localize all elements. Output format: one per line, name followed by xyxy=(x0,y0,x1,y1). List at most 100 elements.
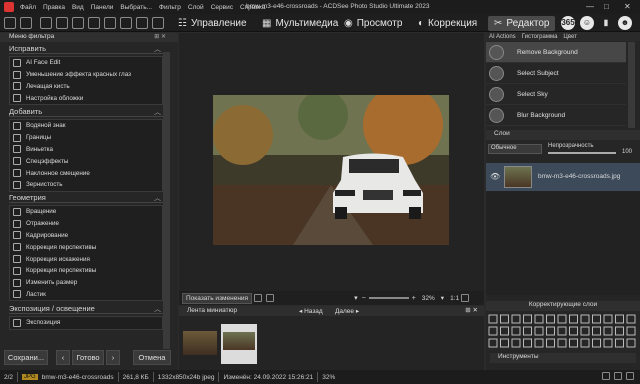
filter-perspective[interactable]: Коррекция перспективы xyxy=(10,241,162,253)
actions-scrollbar[interactable] xyxy=(628,42,635,128)
fullscreen-icon[interactable] xyxy=(266,294,275,302)
back-button[interactable]: ◂ Назад xyxy=(299,307,323,315)
adjust-tool-icon[interactable] xyxy=(511,326,521,336)
adjust-tool-icon[interactable] xyxy=(546,326,555,336)
tab-ai-actions[interactable]: AI Actions xyxy=(486,33,519,41)
filter-exposure[interactable]: Экспозиция xyxy=(10,317,162,329)
filter-grain[interactable]: Зернистость xyxy=(10,179,162,191)
people-icon[interactable]: ☺ xyxy=(580,16,594,30)
save-button[interactable]: Сохрани... xyxy=(4,350,48,365)
adjust-tool-icon[interactable] xyxy=(569,314,578,324)
adjust-tool-icon[interactable] xyxy=(626,314,636,324)
adjust-tool-icon[interactable] xyxy=(592,314,601,324)
tab-histogram[interactable]: Гистограмма xyxy=(519,33,561,41)
adjust-tool-icon[interactable] xyxy=(500,314,509,324)
group-add-header[interactable]: Добавить ︿ xyxy=(9,107,163,117)
list-view-icon[interactable] xyxy=(614,372,622,380)
filter-vignette[interactable]: Виньетка xyxy=(10,144,162,156)
fit-icon[interactable] xyxy=(254,294,263,302)
blend-mode-select[interactable]: Обычное xyxy=(488,144,542,154)
adjust-tool-icon[interactable] xyxy=(523,326,532,336)
adjust-tool-icon[interactable] xyxy=(500,338,509,348)
filter-watermark[interactable]: Водяной знак xyxy=(10,120,162,132)
zoom-out-icon[interactable]: − xyxy=(362,295,366,302)
left-scrollbar[interactable] xyxy=(163,52,170,349)
adjust-tool-icon[interactable] xyxy=(580,326,590,336)
zoom-tool-icon[interactable] xyxy=(152,17,164,29)
filter-borders[interactable]: Границы xyxy=(10,132,162,144)
undo-icon[interactable] xyxy=(4,17,16,29)
adjust-tool-icon[interactable] xyxy=(546,314,555,324)
menu-edit[interactable]: Правка xyxy=(43,4,65,11)
minimize-icon[interactable]: — xyxy=(586,2,594,11)
thumbnail-1[interactable] xyxy=(183,331,217,355)
thumbnail-2-selected[interactable] xyxy=(221,324,257,364)
filter-perspective-2[interactable]: Коррекция перспективы xyxy=(10,265,162,277)
next-button[interactable]: › xyxy=(106,350,120,365)
adjust-tool-icon[interactable] xyxy=(592,338,601,348)
adjust-tool-icon[interactable] xyxy=(603,326,613,336)
filter-crop[interactable]: Кадрирование xyxy=(10,230,162,242)
fit-window-icon[interactable] xyxy=(461,294,470,302)
adjust-tool-icon[interactable] xyxy=(523,338,532,348)
zoom-slider[interactable] xyxy=(368,297,409,299)
adjust-tool-icon[interactable] xyxy=(603,314,613,324)
crop-icon[interactable] xyxy=(136,17,148,29)
adjust-tool-icon[interactable] xyxy=(580,338,590,348)
status-icons[interactable] xyxy=(600,372,636,382)
mode-develop[interactable]: ◐ Коррекция xyxy=(418,16,477,31)
mode-edit[interactable]: ✂ Редактор xyxy=(488,16,556,31)
group-exposure-header[interactable]: Экспозиция / освещение ︿ xyxy=(9,304,163,314)
filter-healing-brush[interactable]: Лечащая кисть xyxy=(10,81,162,93)
lasso-icon[interactable] xyxy=(72,17,84,29)
forward-button[interactable]: Далее ▸ xyxy=(335,307,359,315)
adjust-tool-icon[interactable] xyxy=(603,338,613,348)
adjust-tool-icon[interactable] xyxy=(523,314,532,324)
adjust-tool-icon[interactable] xyxy=(580,314,590,324)
adjust-tool-icon[interactable] xyxy=(557,338,567,348)
eye-icon[interactable]: 👁︎ xyxy=(490,172,500,181)
adjust-tool-icon[interactable] xyxy=(569,326,578,336)
filter-ai-face-edit[interactable]: AI Face Edit xyxy=(10,57,162,69)
adjust-tool-icon[interactable] xyxy=(546,338,555,348)
menu-panels[interactable]: Панели xyxy=(91,4,114,11)
prev-button[interactable]: ‹ xyxy=(56,350,70,365)
photo-preview[interactable] xyxy=(213,95,449,245)
action-blur-background[interactable]: Blur Background xyxy=(486,105,626,126)
text-icon[interactable] xyxy=(120,17,132,29)
adjust-tool-icon[interactable] xyxy=(626,326,636,336)
move-icon[interactable] xyxy=(40,17,52,29)
adjust-tool-icon[interactable] xyxy=(500,326,509,336)
smile-icon[interactable]: ☻ xyxy=(618,16,632,30)
filter-eraser[interactable]: Ластик xyxy=(10,289,162,301)
dashboard-icon[interactable]: ▮ xyxy=(599,16,613,30)
mode-manage[interactable]: ☷ Управление xyxy=(178,16,247,31)
menu-file[interactable]: Файл xyxy=(20,4,36,11)
action-select-sky[interactable]: Select Sky xyxy=(486,84,626,105)
redo-icon[interactable] xyxy=(20,17,32,29)
settings-icon[interactable] xyxy=(626,372,634,380)
mode-media[interactable]: ▦ Мультимедиа xyxy=(262,16,338,31)
ratio-button[interactable]: 1:1 xyxy=(450,295,459,302)
filter-rotate[interactable]: Вращение xyxy=(10,206,162,218)
filter-tilt-shift[interactable]: Наклонное смещение xyxy=(10,167,162,179)
brush-icon[interactable] xyxy=(104,17,116,29)
filter-red-eye[interactable]: Уменьшение эффекта красных глаз xyxy=(10,69,162,81)
layer-row[interactable]: 👁︎ bmw-m3-e46-crossroads.jpg xyxy=(486,163,640,191)
zoom-in-icon[interactable]: + xyxy=(412,295,416,302)
adjust-tool-icon[interactable] xyxy=(534,326,544,336)
adjust-tool-icon[interactable] xyxy=(615,326,624,336)
adjust-tool-icon[interactable] xyxy=(557,314,567,324)
adjust-tool-icon[interactable] xyxy=(592,326,601,336)
pin-icon[interactable]: ⊞ ✕ xyxy=(465,306,478,314)
adjust-tool-icon[interactable] xyxy=(534,338,544,348)
menu-view[interactable]: Вид xyxy=(72,4,84,11)
adjust-tool-icon[interactable] xyxy=(534,314,544,324)
zoom-dropdown-icon[interactable]: ▾ xyxy=(354,294,358,302)
marquee-icon[interactable] xyxy=(56,17,68,29)
show-changes-button[interactable]: Показать изменения xyxy=(182,292,253,304)
adjust-tool-icon[interactable] xyxy=(615,314,624,324)
pin-icon[interactable]: ⊞ ✕ xyxy=(154,33,166,40)
opacity-slider[interactable] xyxy=(548,152,616,154)
adjust-tool-icon[interactable] xyxy=(488,338,498,348)
